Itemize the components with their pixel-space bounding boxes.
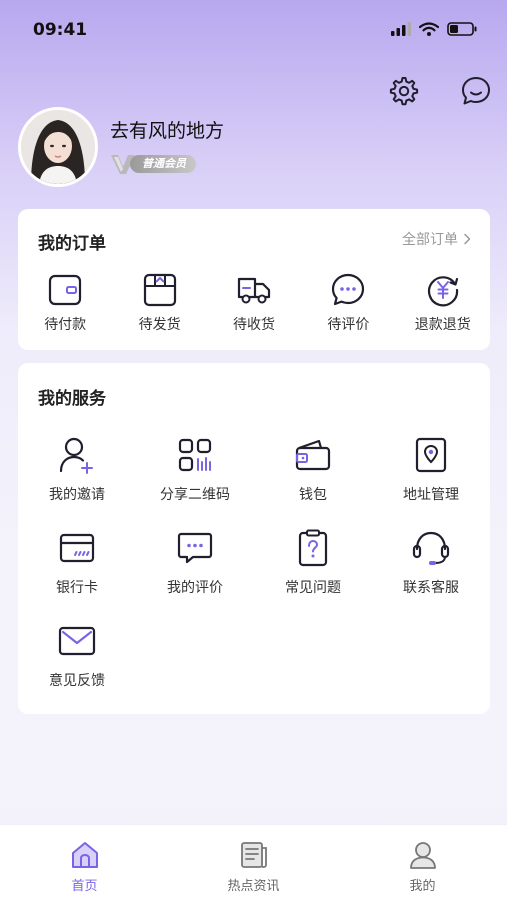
profile-header[interactable]: 去有风的地方 普通会员	[18, 107, 224, 187]
tab-label: 热点资讯	[227, 879, 280, 894]
order-item-pending-receipt[interactable]: 待收货	[207, 271, 301, 334]
bank-card-icon	[59, 533, 95, 563]
username: 去有风的地方	[110, 119, 225, 142]
chat-bubble-icon	[332, 273, 365, 306]
tab-label: 我的	[409, 879, 436, 894]
order-item-label: 待评价	[327, 317, 370, 333]
service-item-label: 钱包	[299, 487, 327, 503]
user-icon	[409, 842, 436, 869]
service-item-label: 分享二维码	[160, 487, 230, 503]
truck-icon	[237, 277, 271, 304]
avatar[interactable]	[18, 107, 98, 187]
service-item-feedback[interactable]: 意见反馈	[18, 621, 136, 714]
wallet-icon	[295, 439, 331, 471]
member-level-label: 普通会员	[130, 154, 196, 173]
order-item-refund[interactable]: 退款退货	[396, 271, 490, 334]
service-item-customer-service[interactable]: 联系客服	[372, 528, 490, 621]
news-icon	[240, 842, 267, 868]
yen-refund-icon	[427, 276, 458, 307]
user-add-icon	[59, 437, 93, 474]
status-bar: 09:41	[0, 0, 507, 60]
comment-icon	[177, 532, 213, 564]
question-icon	[298, 529, 328, 567]
order-item-pending-shipment[interactable]: 待发货	[112, 271, 206, 334]
tab-home[interactable]: 首页	[0, 825, 169, 900]
wifi-icon	[419, 22, 439, 36]
all-orders-label: 全部订单	[402, 232, 458, 248]
orders-card: 我的订单 全部订单 待付款 待发货 待收货 待评价 退款退货	[18, 209, 490, 350]
bottom-tab-bar: 首页 热点资讯 我的	[0, 824, 507, 900]
settings-button[interactable]	[387, 74, 421, 108]
service-item-label: 意见反馈	[49, 673, 105, 689]
location-icon	[415, 437, 447, 473]
order-item-label: 待收货	[232, 317, 275, 333]
messages-button[interactable]	[459, 74, 493, 108]
service-item-label: 联系客服	[403, 580, 459, 596]
avatar-image	[21, 110, 95, 184]
service-item-wallet[interactable]: 钱包	[254, 435, 372, 528]
order-status-row: 待付款 待发货 待收货 待评价 退款退货	[18, 271, 490, 334]
service-item-faq[interactable]: 常见问题	[254, 528, 372, 621]
tab-news[interactable]: 热点资讯	[169, 825, 338, 900]
orders-title: 我的订单	[38, 234, 106, 254]
chevron-right-icon	[464, 233, 471, 245]
mail-icon	[58, 626, 96, 656]
headset-icon	[412, 531, 450, 565]
cellular-signal-icon	[391, 22, 411, 36]
home-icon	[71, 842, 98, 868]
service-item-my-reviews[interactable]: 我的评价	[136, 528, 254, 621]
order-item-label: 待发货	[138, 317, 181, 333]
top-actions	[387, 74, 493, 108]
wallet-icon	[49, 274, 82, 306]
message-bubble-icon	[462, 77, 490, 105]
service-item-label: 常见问题	[285, 580, 341, 596]
order-item-pending-payment[interactable]: 待付款	[18, 271, 112, 334]
service-item-invite[interactable]: 我的邀请	[18, 435, 136, 528]
status-icons	[391, 22, 477, 36]
service-grid: 我的邀请 分享二维码 钱包 地址管理 银行卡 我的评价 常见问题 联系客服 意见…	[18, 435, 490, 714]
service-item-label: 银行卡	[56, 580, 98, 596]
member-badge: 普通会员	[110, 153, 224, 175]
profile-info: 去有风的地方 普通会员	[110, 120, 224, 175]
status-time: 09:41	[33, 20, 88, 40]
service-item-label: 地址管理	[403, 487, 459, 503]
service-item-label: 我的邀请	[49, 487, 105, 503]
order-item-label: 退款退货	[414, 317, 471, 333]
service-item-address[interactable]: 地址管理	[372, 435, 490, 528]
service-item-bank-card[interactable]: 银行卡	[18, 528, 136, 621]
gear-icon	[389, 77, 419, 106]
tab-label: 首页	[71, 879, 98, 894]
battery-icon	[447, 22, 477, 36]
services-card: 我的服务 我的邀请 分享二维码 钱包 地址管理 银行卡 我的评价 常见问题 联系…	[18, 363, 490, 714]
all-orders-link[interactable]: 全部订单	[402, 229, 472, 249]
service-item-label: 我的评价	[167, 580, 223, 596]
order-item-label: 待付款	[44, 317, 87, 333]
qr-code-icon	[178, 438, 212, 472]
service-item-share-qr[interactable]: 分享二维码	[136, 435, 254, 528]
services-title: 我的服务	[38, 389, 106, 409]
box-icon	[143, 273, 176, 307]
order-item-pending-review[interactable]: 待评价	[301, 271, 395, 334]
tab-mine[interactable]: 我的	[338, 825, 507, 900]
